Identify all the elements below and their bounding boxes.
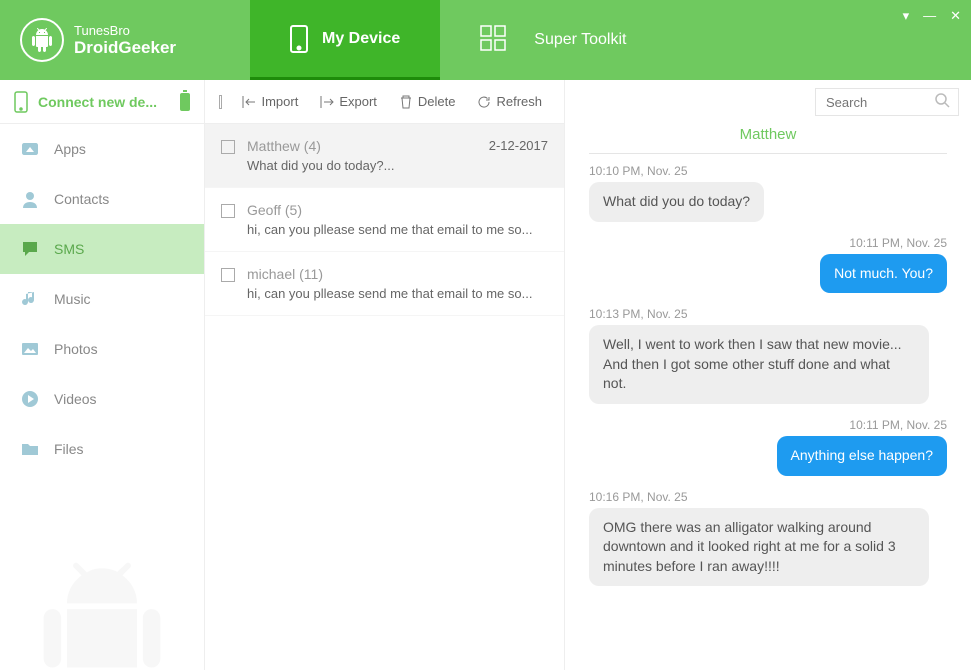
message-bubble-in: OMG there was an alligator walking aroun… [589, 508, 929, 587]
delete-icon [399, 95, 413, 109]
message-bubble-out: Not much. You? [820, 254, 947, 294]
android-watermark-icon [32, 560, 172, 670]
refresh-icon [477, 95, 491, 109]
chat-title: Matthew [565, 110, 971, 153]
conversation-preview: What did you do today?... [247, 158, 548, 173]
videos-icon [20, 389, 40, 409]
message-bubble-in: What did you do today? [589, 182, 764, 222]
brand-name: TunesBro [74, 23, 176, 38]
logo-area: TunesBro DroidGeeker [0, 18, 250, 62]
conversation-name: michael (11) [247, 266, 323, 282]
minimize-icon[interactable]: — [923, 8, 936, 24]
conversation-checkbox[interactable] [221, 140, 235, 154]
refresh-button[interactable]: Refresh [469, 90, 550, 113]
grid-icon [480, 25, 520, 56]
tab-my-device[interactable]: My Device [250, 0, 440, 80]
sidebar-item-label: SMS [54, 241, 84, 257]
sidebar-item-apps[interactable]: Apps [0, 124, 204, 174]
search-input[interactable] [816, 95, 926, 110]
message-item: 10:11 PM, Nov. 25 Anything else happen? [589, 418, 947, 476]
window-menu-icon[interactable]: ▾ [903, 8, 910, 24]
search-box[interactable] [815, 88, 959, 116]
sidebar-item-label: Contacts [54, 191, 109, 207]
conversation-panel: Import Export Delete Refresh Matthew (4) [205, 80, 565, 670]
export-button[interactable]: Export [312, 90, 385, 113]
conversation-name: Geoff (5) [247, 202, 302, 218]
message-bubble-in: Well, I went to work then I saw that new… [589, 325, 929, 404]
sidebar-item-label: Apps [54, 141, 86, 157]
sidebar-item-videos[interactable]: Videos [0, 374, 204, 424]
conversation-preview: hi, can you pllease send me that email t… [247, 286, 548, 301]
conversation-item[interactable]: Geoff (5) hi, can you pllease send me th… [205, 188, 564, 252]
tab-super-toolkit[interactable]: Super Toolkit [440, 0, 666, 80]
sidebar-item-label: Photos [54, 341, 98, 357]
battery-icon [180, 93, 190, 111]
sidebar-item-contacts[interactable]: Contacts [0, 174, 204, 224]
message-list: 10:10 PM, Nov. 25 What did you do today?… [565, 154, 971, 670]
conversation-date: 2-12-2017 [489, 138, 548, 154]
message-item: 10:13 PM, Nov. 25 Well, I went to work t… [589, 307, 947, 404]
message-time: 10:13 PM, Nov. 25 [589, 307, 947, 321]
import-button[interactable]: Import [234, 90, 306, 113]
export-label: Export [339, 94, 377, 109]
sidebar-item-label: Videos [54, 391, 97, 407]
conversation-preview: hi, can you pllease send me that email t… [247, 222, 548, 237]
sidebar-item-photos[interactable]: Photos [0, 324, 204, 374]
message-time: 10:16 PM, Nov. 25 [589, 490, 947, 504]
product-name: DroidGeeker [74, 38, 176, 58]
connect-device-button[interactable]: Connect new de... [0, 80, 204, 124]
sidebar-item-label: Files [54, 441, 84, 457]
message-item: 10:11 PM, Nov. 25 Not much. You? [589, 236, 947, 294]
app-header: TunesBro DroidGeeker My Device Super Too… [0, 0, 971, 80]
sms-icon [20, 239, 40, 259]
conversation-list: Matthew (4) 2-12-2017 What did you do to… [205, 124, 564, 670]
message-time: 10:11 PM, Nov. 25 [589, 236, 947, 250]
export-icon [320, 95, 334, 109]
delete-label: Delete [418, 94, 456, 109]
connect-label: Connect new de... [38, 94, 157, 110]
search-icon[interactable] [926, 92, 958, 113]
music-icon [20, 289, 40, 309]
close-icon[interactable]: ✕ [950, 8, 961, 24]
conversation-item[interactable]: Matthew (4) 2-12-2017 What did you do to… [205, 124, 564, 188]
message-bubble-out: Anything else happen? [777, 436, 947, 476]
sidebar-item-label: Music [54, 291, 91, 307]
conversation-name: Matthew (4) [247, 138, 321, 154]
sidebar-item-music[interactable]: Music [0, 274, 204, 324]
message-time: 10:10 PM, Nov. 25 [589, 164, 947, 178]
files-icon [20, 439, 40, 459]
delete-button[interactable]: Delete [391, 90, 464, 113]
message-item: 10:16 PM, Nov. 25 OMG there was an allig… [589, 490, 947, 587]
conversation-checkbox[interactable] [221, 268, 235, 282]
logo-icon [20, 18, 64, 62]
toolbar: Import Export Delete Refresh [205, 80, 564, 124]
apps-icon [20, 139, 40, 159]
chat-panel: Matthew 10:10 PM, Nov. 25 What did you d… [565, 80, 971, 670]
sidebar-item-files[interactable]: Files [0, 424, 204, 474]
contacts-icon [20, 189, 40, 209]
message-item: 10:10 PM, Nov. 25 What did you do today? [589, 164, 947, 222]
sidebar-item-sms[interactable]: SMS [0, 224, 204, 274]
conversation-item[interactable]: michael (11) hi, can you pllease send me… [205, 252, 564, 316]
photos-icon [20, 339, 40, 359]
phone-icon [14, 91, 28, 113]
conversation-checkbox[interactable] [221, 204, 235, 218]
sidebar: Connect new de... Apps Contacts SMS Musi… [0, 80, 205, 670]
refresh-label: Refresh [496, 94, 542, 109]
import-icon [242, 95, 256, 109]
tab-super-toolkit-label: Super Toolkit [534, 31, 626, 49]
tab-my-device-label: My Device [322, 30, 400, 48]
message-time: 10:11 PM, Nov. 25 [589, 418, 947, 432]
select-all-checkbox[interactable] [219, 95, 222, 109]
import-label: Import [261, 94, 298, 109]
